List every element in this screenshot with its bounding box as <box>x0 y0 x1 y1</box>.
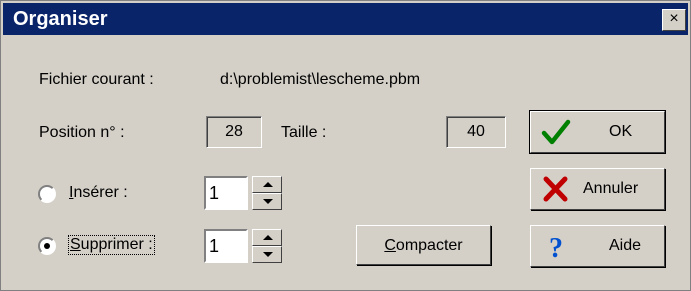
organiser-dialog: Organiser × Fichier courant : d:\problem… <box>0 0 691 291</box>
window-title: Organiser <box>13 8 108 30</box>
insert-count-field[interactable]: 1 <box>204 176 248 210</box>
insert-spinner <box>252 176 282 210</box>
help-button[interactable]: ? Aide <box>530 225 665 267</box>
current-file-value: d:\problemist\lescheme.pbm <box>220 71 421 88</box>
position-label: Position n° : <box>39 124 125 141</box>
check-icon <box>541 119 571 145</box>
close-button[interactable]: × <box>662 9 686 31</box>
insert-label[interactable]: Insérer : <box>69 184 128 202</box>
ok-button-label: OK <box>609 123 633 140</box>
delete-label[interactable]: Supprimer : <box>68 235 155 255</box>
insert-spin-down-button[interactable] <box>252 193 282 210</box>
current-file-label: Fichier courant : <box>39 71 154 88</box>
cancel-button[interactable]: Annuler <box>530 168 665 210</box>
cancel-button-label: Annuler <box>583 180 639 197</box>
arrow-down-icon <box>263 252 273 257</box>
ok-button[interactable]: OK <box>530 111 665 153</box>
delete-mnemonic: S <box>70 236 81 253</box>
arrow-up-icon <box>263 235 273 240</box>
arrow-down-icon <box>263 199 273 204</box>
size-value: 40 <box>446 116 506 148</box>
position-value: 28 <box>206 116 262 148</box>
arrow-up-icon <box>263 182 273 187</box>
compact-label-text: ompacter <box>395 237 463 254</box>
delete-radio[interactable] <box>38 237 56 255</box>
cross-icon <box>543 176 568 202</box>
compact-button-label: Compacter <box>357 226 490 266</box>
delete-spinner <box>252 229 282 263</box>
delete-label-text: upprimer : <box>80 236 153 253</box>
radio-selected-dot <box>44 243 50 249</box>
svg-text:?: ? <box>549 233 563 260</box>
insert-spin-up-button[interactable] <box>252 176 282 193</box>
insert-radio[interactable] <box>38 185 56 203</box>
compact-button[interactable]: Compacter <box>356 225 491 265</box>
question-icon: ? <box>549 233 563 260</box>
compact-mnemonic: C <box>384 237 396 254</box>
help-button-label: Aide <box>609 237 642 254</box>
insert-label-text: nsérer : <box>73 184 128 201</box>
delete-spin-up-button[interactable] <box>252 229 282 246</box>
delete-spin-down-button[interactable] <box>252 246 282 263</box>
close-icon: × <box>669 10 679 27</box>
size-label: Taille : <box>281 124 327 141</box>
title-bar[interactable]: Organiser × <box>3 3 688 35</box>
delete-count-field[interactable]: 1 <box>204 229 248 263</box>
